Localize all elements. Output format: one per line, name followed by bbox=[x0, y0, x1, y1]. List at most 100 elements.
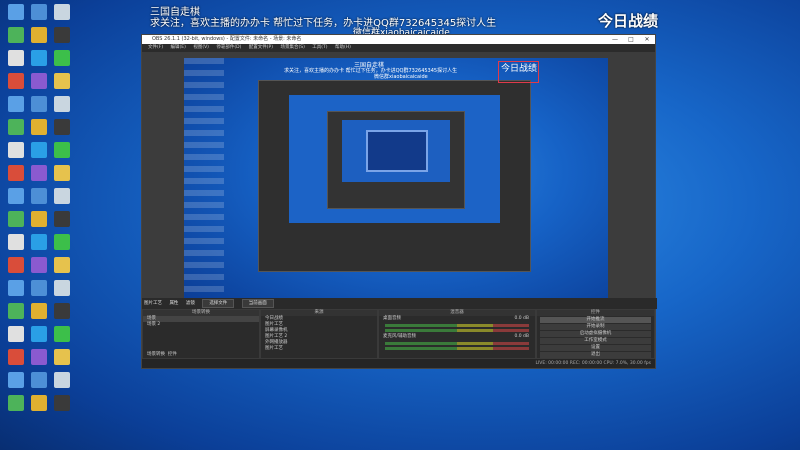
app-icon bbox=[8, 257, 24, 273]
volume-slider[interactable] bbox=[385, 347, 529, 350]
app-icon bbox=[8, 119, 24, 135]
menu-edit[interactable]: 编辑(E) bbox=[171, 45, 186, 50]
app-icon bbox=[8, 234, 24, 250]
tab-controls[interactable]: 控件 bbox=[168, 352, 177, 357]
app-icon bbox=[54, 119, 70, 135]
app-icon bbox=[8, 27, 24, 43]
close-button[interactable]: ✕ bbox=[639, 35, 655, 44]
preview-area[interactable]: 三国自走棋 求关注，喜欢主播的办办卡 帮忙过下任务，办卡进QQ群73264534… bbox=[142, 52, 655, 332]
desktop-icon[interactable] bbox=[49, 50, 75, 66]
app-icon bbox=[8, 188, 24, 204]
desktop-icon[interactable] bbox=[49, 303, 75, 319]
desktop-icon[interactable] bbox=[49, 27, 75, 43]
nested-canvas-2 bbox=[342, 120, 450, 182]
properties-radio[interactable]: 属性 bbox=[169, 301, 178, 306]
desktop-icon[interactable] bbox=[49, 165, 75, 181]
app-icon bbox=[31, 303, 47, 319]
desktop-icon[interactable] bbox=[49, 96, 75, 112]
exit-button[interactable]: 退出 bbox=[540, 352, 651, 358]
app-icon bbox=[8, 50, 24, 66]
start-streaming-button[interactable]: 开始推流 bbox=[540, 317, 651, 323]
app-icon bbox=[8, 142, 24, 158]
start-recording-button[interactable]: 开始录制 bbox=[540, 324, 651, 330]
app-icon bbox=[54, 395, 70, 411]
app-icon bbox=[31, 73, 47, 89]
volume-slider[interactable] bbox=[385, 329, 529, 332]
obs-titlebar[interactable]: OBS 26.1.1 (32-bit, windows) - 配置文件: 未命名… bbox=[142, 35, 655, 44]
app-icon bbox=[31, 211, 47, 227]
maximize-button[interactable]: □ bbox=[623, 35, 639, 44]
virtual-camera-button[interactable]: 启动虚拟摄像机 bbox=[540, 331, 651, 337]
window-title: OBS 26.1.1 (32-bit, windows) - 配置文件: 未命名… bbox=[152, 36, 302, 42]
app-icon bbox=[31, 4, 47, 20]
desktop-icon[interactable] bbox=[49, 349, 75, 365]
desktop-icon[interactable] bbox=[49, 280, 75, 296]
desktop-icon-area bbox=[0, 0, 80, 450]
desktop-icon[interactable] bbox=[49, 119, 75, 135]
app-icon bbox=[54, 188, 70, 204]
desktop-icon[interactable] bbox=[49, 4, 75, 20]
app-icon bbox=[54, 257, 70, 273]
volume-meter bbox=[385, 342, 529, 345]
app-icon bbox=[8, 372, 24, 388]
scene-item[interactable]: 场景 2 bbox=[143, 322, 259, 328]
preview-canvas[interactable]: 三国自走棋 求关注，喜欢主播的办办卡 帮忙过下任务，办卡进QQ群73264534… bbox=[184, 58, 608, 312]
app-icon bbox=[8, 4, 24, 20]
menu-view[interactable]: 视图(V) bbox=[193, 45, 209, 50]
menu-help[interactable]: 帮助(H) bbox=[335, 45, 351, 50]
nested-canvas-1 bbox=[289, 95, 500, 223]
app-icon bbox=[31, 280, 47, 296]
settings-button[interactable]: 设置 bbox=[540, 345, 651, 351]
desktop-icon[interactable] bbox=[49, 142, 75, 158]
app-icon bbox=[54, 27, 70, 43]
menu-profile[interactable]: 配置文件(P) bbox=[249, 45, 273, 50]
app-icon bbox=[31, 395, 47, 411]
app-icon bbox=[31, 50, 47, 66]
current-frame-button[interactable]: 当前画面 bbox=[241, 299, 274, 308]
app-icon bbox=[54, 211, 70, 227]
desktop-icon[interactable] bbox=[49, 211, 75, 227]
app-icon bbox=[8, 303, 24, 319]
app-icon bbox=[54, 349, 70, 365]
obs-window[interactable]: OBS 26.1.1 (32-bit, windows) - 配置文件: 未命名… bbox=[141, 34, 657, 369]
desktop-icon[interactable] bbox=[49, 326, 75, 342]
app-icon bbox=[8, 96, 24, 112]
source-item[interactable]: 图片工艺 bbox=[261, 346, 377, 352]
studio-mode-button[interactable]: 工作室模式 bbox=[540, 338, 651, 344]
menu-file[interactable]: 文件(F) bbox=[148, 45, 163, 50]
app-icon bbox=[54, 234, 70, 250]
app-icon bbox=[54, 372, 70, 388]
desktop-icon[interactable] bbox=[49, 73, 75, 89]
app-icon bbox=[8, 395, 24, 411]
menu-scene-collection[interactable]: 场景集合(S) bbox=[280, 45, 304, 50]
overlay-big-label: 今日战绩 bbox=[598, 12, 659, 30]
app-icon bbox=[31, 234, 47, 250]
app-icon bbox=[8, 73, 24, 89]
mixer-db-value: 0.0 dB bbox=[514, 334, 529, 339]
scenes-dock: 场景转换 场景 场景 2 场景转换 控件 bbox=[142, 309, 260, 359]
docks: 场景转换 场景 场景 2 场景转换 控件 来源 今日战绩 图片工艺 屏幕录像机 … bbox=[142, 309, 655, 359]
app-icon bbox=[31, 142, 47, 158]
menu-bar: 文件(F) 编辑(E) 视图(V) 停靠部件(D) 配置文件(P) 场景集合(S… bbox=[142, 44, 655, 52]
app-icon bbox=[8, 280, 24, 296]
nested-canvas-3 bbox=[366, 130, 428, 172]
desktop-icon[interactable] bbox=[49, 372, 75, 388]
menu-docks[interactable]: 停靠部件(D) bbox=[216, 45, 241, 50]
controls-header: 控件 bbox=[537, 310, 654, 316]
desktop-icon[interactable] bbox=[49, 257, 75, 273]
mixer-channel-name: 麦克风/辅助音频 bbox=[383, 334, 417, 339]
filters-radio[interactable]: 滤镜 bbox=[186, 301, 195, 306]
tab-scene-transitions[interactable]: 场景转换 bbox=[147, 352, 165, 357]
app-icon bbox=[54, 280, 70, 296]
app-icon bbox=[8, 326, 24, 342]
desktop-icon[interactable] bbox=[49, 188, 75, 204]
nested-obs-1 bbox=[258, 80, 531, 272]
app-icon bbox=[54, 165, 70, 181]
menu-tools[interactable]: 工具(T) bbox=[312, 45, 327, 50]
window-controls: — □ ✕ bbox=[607, 35, 655, 44]
desktop-icon[interactable] bbox=[49, 234, 75, 250]
desktop-icon[interactable] bbox=[49, 395, 75, 411]
select-file-button[interactable]: 选择文件 bbox=[202, 299, 235, 308]
app-icon bbox=[31, 96, 47, 112]
minimize-button[interactable]: — bbox=[607, 35, 623, 44]
